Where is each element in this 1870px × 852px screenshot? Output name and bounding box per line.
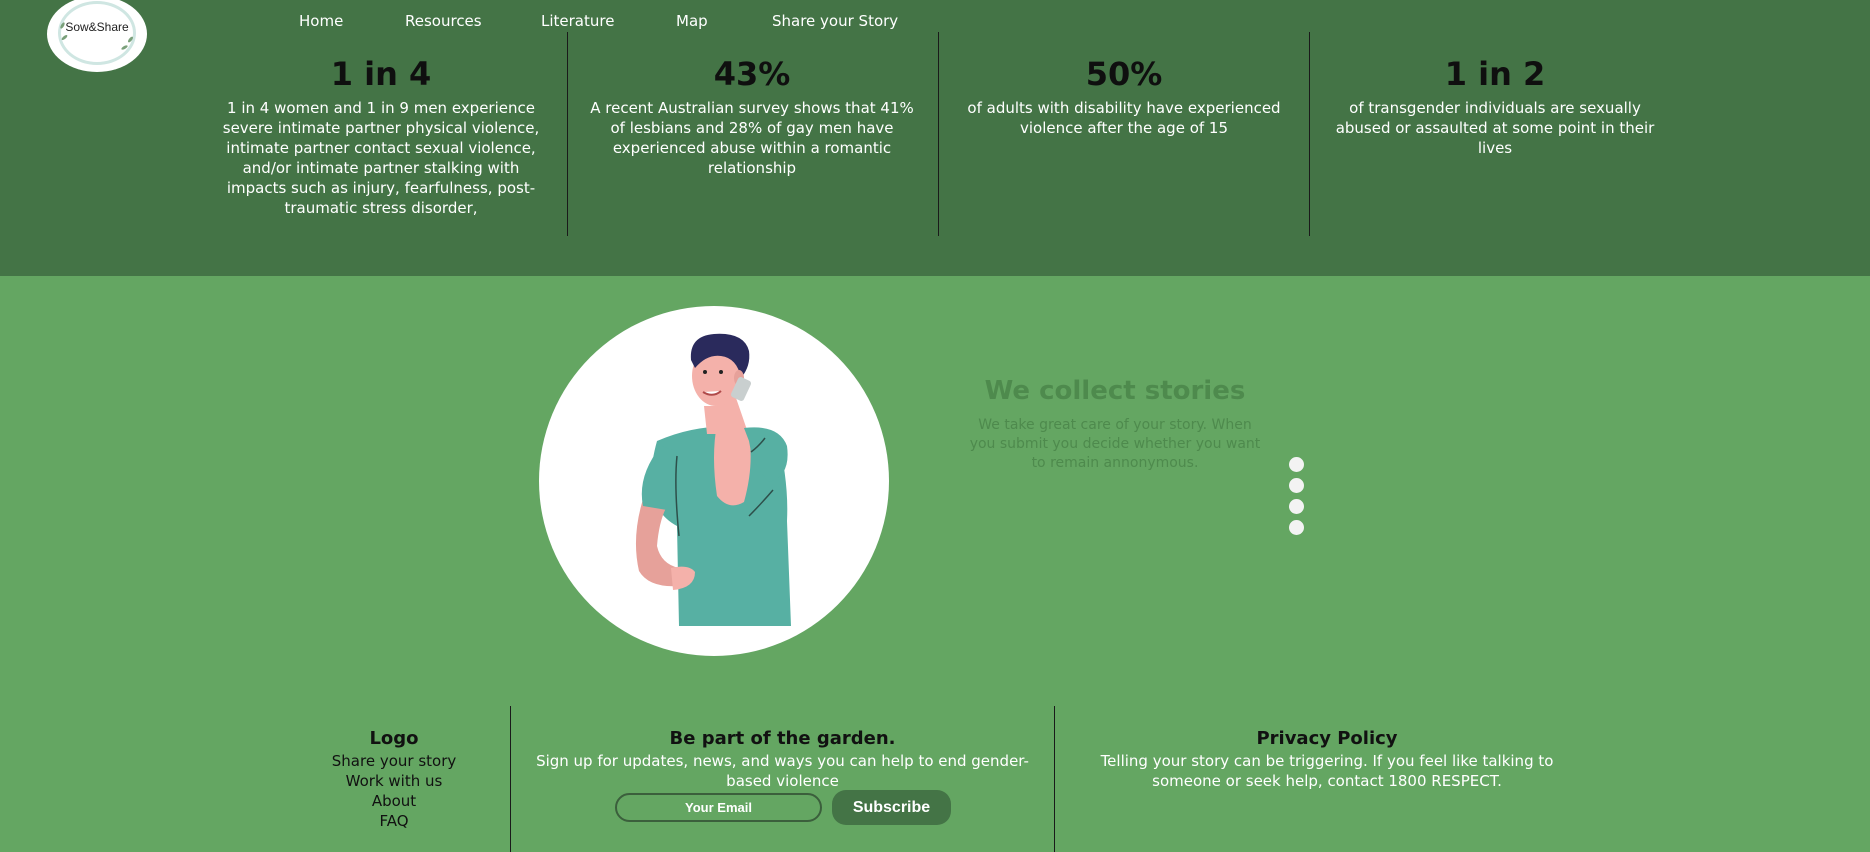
footer-signup: Be part of the garden. Sign up for updat…	[526, 727, 1039, 791]
carousel-dot-3[interactable]	[1289, 499, 1304, 514]
stat-description: of adults with disability have experienc…	[967, 99, 1281, 137]
stat-divider	[1309, 32, 1310, 236]
footer-logo-heading: Logo	[369, 728, 419, 749]
carousel-title: We collect stories	[984, 376, 1246, 406]
subscribe-button[interactable]: Subscribe	[832, 790, 951, 825]
privacy-text: Telling your story can be triggering. If…	[1100, 752, 1554, 790]
stat-description: of transgender individuals are sexually …	[1335, 99, 1655, 157]
footer-divider	[510, 706, 511, 852]
nav-map[interactable]: Map	[676, 12, 708, 30]
stat-description: A recent Australian survey shows that 41…	[590, 99, 914, 177]
footer-link-share-your-story[interactable]: Share your story	[314, 751, 474, 771]
nav-home[interactable]: Home	[299, 12, 343, 30]
email-input[interactable]	[615, 793, 822, 822]
nav-resources[interactable]: Resources	[405, 12, 482, 30]
footer-privacy: Privacy Policy Telling your story can be…	[1068, 727, 1586, 791]
footer-link-about[interactable]: About	[314, 791, 474, 811]
man-on-phone-illustration	[539, 306, 889, 656]
privacy-heading: Privacy Policy	[1256, 728, 1398, 749]
footer-link-faq[interactable]: FAQ	[314, 811, 474, 831]
carousel-dot-4[interactable]	[1289, 520, 1304, 535]
carousel-text: We take great care of your story. When y…	[969, 417, 1261, 471]
carousel-dot-1[interactable]	[1289, 457, 1304, 472]
stat-value: 1 in 2	[1444, 55, 1546, 93]
footer-link-work-with-us[interactable]: Work with us	[314, 771, 474, 791]
signup-text: Sign up for updates, news, and ways you …	[536, 752, 1029, 790]
footer-links-column: Logo Share your story Work with us About…	[314, 727, 474, 831]
stat-value: 1 in 4	[330, 55, 432, 93]
stat-card: 1 in 2 of transgender individuals are se…	[1328, 52, 1662, 158]
signup-heading: Be part of the garden.	[669, 728, 896, 749]
stat-card: 43% A recent Australian survey shows tha…	[586, 52, 918, 178]
stat-divider	[567, 32, 568, 236]
stats-band: Sow&Share Home Resources Literature Map …	[0, 0, 1870, 276]
stat-card: 1 in 4 1 in 4 women and 1 in 9 men exper…	[216, 52, 546, 218]
stat-value: 43%	[713, 55, 791, 93]
stat-description: 1 in 4 women and 1 in 9 men experience s…	[222, 99, 540, 217]
stat-value: 50%	[1085, 55, 1163, 93]
stat-card: 50% of adults with disability have exper…	[966, 52, 1282, 138]
nav-share-your-story[interactable]: Share your Story	[772, 12, 898, 30]
nav-literature[interactable]: Literature	[541, 12, 614, 30]
site-logo[interactable]: Sow&Share	[47, 0, 147, 72]
stat-divider	[938, 32, 939, 236]
footer-divider	[1054, 706, 1055, 852]
carousel-dot-2[interactable]	[1289, 478, 1304, 493]
logo-text: Sow&Share	[65, 20, 129, 34]
